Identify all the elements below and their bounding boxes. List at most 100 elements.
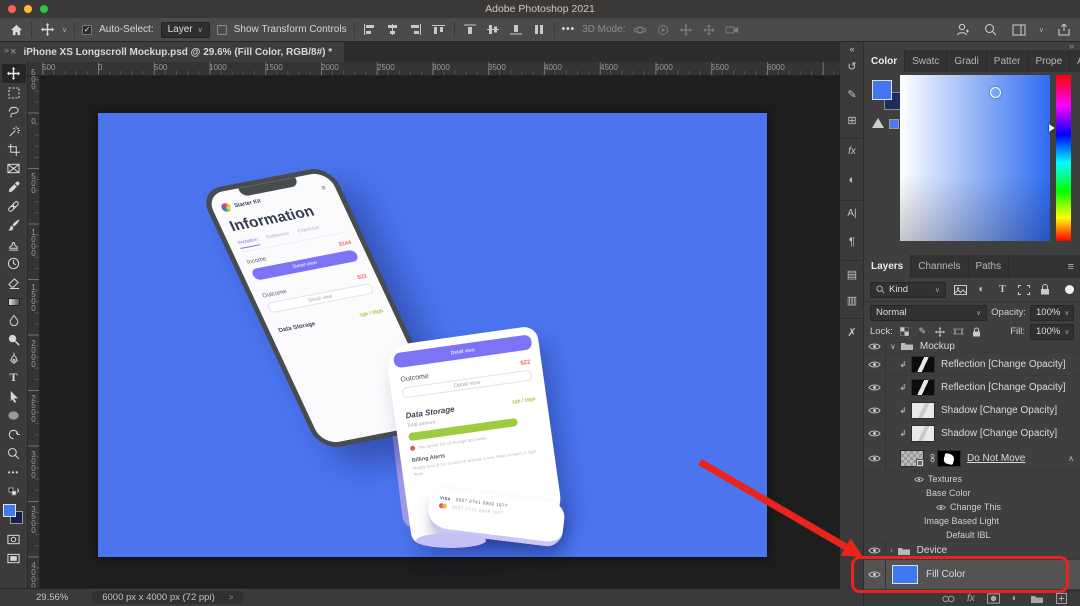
zoom-tool[interactable] (2, 444, 26, 463)
align-center-horizontal-icon[interactable] (385, 22, 401, 38)
path-select-tool[interactable] (2, 387, 26, 406)
layer-row-reflection-2[interactable]: Reflection [Change Opacity] (864, 376, 1080, 399)
edit-toolbar-icon[interactable]: ••• (2, 463, 26, 482)
visibility-eye-icon[interactable] (936, 504, 946, 511)
layer-row-shadow-2[interactable]: Shadow [Change Opacity] (864, 422, 1080, 445)
pen-tool[interactable] (2, 349, 26, 368)
visibility-eye-icon[interactable] (914, 476, 924, 483)
color-saturation-field[interactable] (900, 75, 1050, 241)
sublayer-name[interactable]: Image Based Light (924, 516, 999, 526)
layer-style-fx-icon[interactable]: fx (967, 593, 975, 604)
tab-patterns[interactable]: Patter (987, 50, 1029, 72)
marquee-tool[interactable] (2, 83, 26, 102)
layer-subrow-image-based-light[interactable]: Image Based Light (864, 514, 1080, 528)
adjustment-layer-icon[interactable]: ◐ (1012, 593, 1018, 604)
layer-thumbnail[interactable] (911, 402, 935, 419)
canvas-area[interactable]: Starter Kit ≡ Information Invitation Ref… (40, 76, 840, 588)
fill-value-dropdown[interactable]: 100% ∨ (1030, 324, 1074, 340)
lock-all-icon[interactable] (970, 327, 983, 337)
brush-settings-panel-icon[interactable]: ✎ (840, 88, 864, 101)
layer-subrow-textures[interactable]: Textures (864, 472, 1080, 486)
hue-slider[interactable] (1056, 75, 1071, 241)
group-expand-icon[interactable]: ∨ (890, 342, 896, 351)
zoom-level-field[interactable]: 29.56% (36, 592, 68, 603)
move-tool-preset-icon[interactable] (39, 22, 55, 38)
libraries-panel-icon[interactable]: ▤ (840, 268, 864, 281)
document-info[interactable]: 6000 px x 4000 px (72 ppi) > (92, 591, 243, 604)
styles-panel-icon[interactable]: fx (840, 146, 864, 157)
layer-row-reflection-1[interactable]: Reflection [Change Opacity] (864, 353, 1080, 376)
align-left-icon[interactable] (362, 22, 378, 38)
eyedropper-tool[interactable] (2, 178, 26, 197)
filter-toggle-icon[interactable] (1065, 285, 1074, 294)
frame-tool[interactable] (2, 159, 26, 178)
layer-name[interactable]: Device (917, 545, 948, 556)
layer-row-do-not-move[interactable]: Do Not Move ∧ (864, 445, 1080, 472)
auto-select-target-dropdown[interactable]: Layer ∨ (161, 22, 210, 38)
lock-transparency-icon[interactable] (898, 327, 911, 336)
add-layer-mask-icon[interactable] (987, 593, 1000, 604)
align-top-icon[interactable] (431, 22, 447, 38)
lock-pixels-icon[interactable]: ✎ (916, 326, 929, 337)
distribute-vertical-center-icon[interactable] (485, 22, 501, 38)
share-user-icon[interactable] (955, 22, 971, 38)
tab-paths[interactable]: Paths (969, 255, 1010, 278)
share-export-icon[interactable] (1056, 22, 1072, 38)
tab-swatches[interactable]: Swatc (905, 50, 947, 72)
lasso-tool[interactable] (2, 102, 26, 121)
history-panel-icon[interactable]: ↺ (840, 60, 864, 73)
link-layers-icon[interactable] (942, 595, 955, 603)
layer-row-shadow-1[interactable]: Shadow [Change Opacity] (864, 399, 1080, 422)
filter-smart-objects-icon[interactable] (1038, 284, 1051, 295)
tool-preset-chevron-icon[interactable]: ∨ (62, 26, 67, 34)
type-tool[interactable]: T (2, 368, 26, 387)
layer-name[interactable]: Mockup (920, 341, 955, 352)
sublayer-name[interactable]: Textures (928, 474, 962, 484)
adjustments-panel-icon[interactable]: ◐ (840, 174, 864, 186)
distribute-bottom-icon[interactable] (508, 22, 524, 38)
filter-adjustment-layers-icon[interactable]: ◐ (975, 284, 988, 295)
sublayer-name[interactable]: Default IBL (946, 530, 991, 540)
filter-kind-dropdown[interactable]: Kind ∨ (870, 282, 946, 298)
layer-name[interactable]: Do Not Move (967, 453, 1025, 464)
color-picker-ring-icon[interactable] (990, 87, 1001, 98)
lock-artboard-icon[interactable] (952, 327, 965, 336)
home-icon[interactable] (8, 22, 24, 38)
more-options-icon[interactable]: ••• (562, 24, 576, 35)
shape-tool[interactable] (2, 406, 26, 425)
character-panel-icon[interactable]: A| (840, 208, 864, 219)
tool-presets-panel-icon[interactable]: ✗ (840, 326, 864, 339)
layer-name[interactable]: Shadow [Change Opacity] (941, 428, 1057, 439)
paragraph-panel-icon[interactable]: ¶ (840, 236, 864, 248)
move-tool[interactable] (2, 64, 26, 83)
distribute-horizontal-center-icon[interactable] (531, 22, 547, 38)
panel-foreground-swatch[interactable] (872, 80, 892, 100)
toolbar-collapse-icon[interactable]: » (4, 45, 7, 55)
healing-brush-tool[interactable] (2, 197, 26, 216)
clone-stamp-tool[interactable] (2, 235, 26, 254)
blend-mode-dropdown[interactable]: Normal ∨ (870, 305, 987, 321)
tab-properties[interactable]: Prope (1028, 50, 1070, 72)
smart-object-thumbnail[interactable] (900, 450, 924, 467)
tab-color[interactable]: Color (864, 50, 905, 72)
layer-thumbnail[interactable] (911, 379, 935, 396)
auto-select-checkbox[interactable]: ✓ (82, 25, 92, 35)
sublayer-name[interactable]: Base Color (926, 488, 971, 498)
rotate-view-tool[interactable] (2, 425, 26, 444)
tab-channels[interactable]: Channels (911, 255, 968, 278)
comments-panel-icon[interactable]: ▥ (840, 294, 864, 307)
distribute-top-icon[interactable] (462, 22, 478, 38)
layer-thumbnail[interactable] (911, 356, 935, 373)
layer-subrow-default-ibl[interactable]: Default IBL (864, 528, 1080, 542)
layer-thumbnail[interactable] (911, 425, 935, 442)
gamut-warning-icon[interactable] (872, 118, 884, 128)
sublayer-name[interactable]: Change This (950, 502, 1001, 512)
blur-tool[interactable] (2, 311, 26, 330)
clone-source-panel-icon[interactable]: ⊞ (840, 114, 864, 127)
new-group-icon[interactable] (1030, 594, 1044, 604)
collapse-dock-icon[interactable]: « (840, 44, 864, 54)
gradient-tool[interactable] (2, 292, 26, 311)
magic-wand-tool[interactable] (2, 121, 26, 140)
layer-name[interactable]: Reflection [Change Opacity] (941, 382, 1066, 393)
show-transform-checkbox[interactable] (217, 25, 227, 35)
